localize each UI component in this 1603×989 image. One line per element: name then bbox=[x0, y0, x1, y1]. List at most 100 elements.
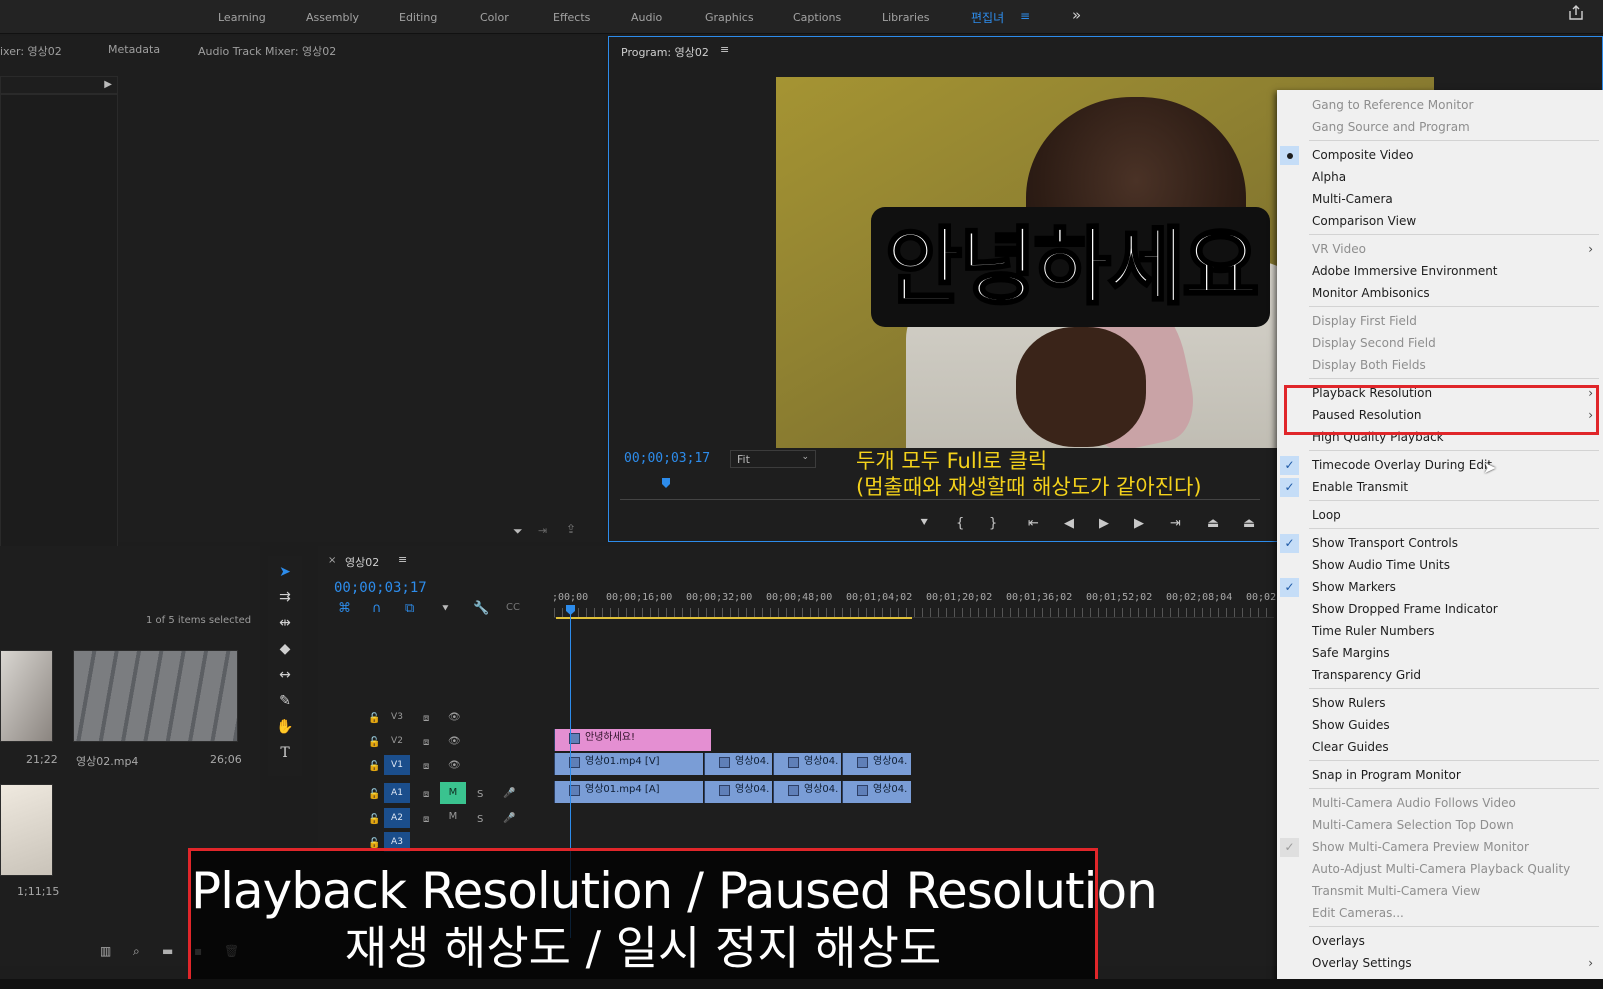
tab-audio[interactable]: Audio bbox=[631, 11, 662, 24]
add-marker-icon[interactable]: ⯆ bbox=[441, 602, 450, 616]
menu-item-show-rulers[interactable]: Show Rulers bbox=[1277, 693, 1603, 714]
new-bin-icon[interactable]: ▬ bbox=[162, 944, 173, 958]
menu-item-comparison-view[interactable]: Comparison View bbox=[1277, 211, 1603, 232]
workspace-menu-icon[interactable]: ≡ bbox=[1020, 9, 1030, 23]
menu-item-transparency-grid[interactable]: Transparency Grid bbox=[1277, 665, 1603, 686]
menu-item-overlays[interactable]: Overlays bbox=[1277, 931, 1603, 952]
tab-learning[interactable]: Learning bbox=[218, 11, 266, 24]
lock-icon[interactable]: 🔓 bbox=[368, 814, 380, 825]
extract-icon[interactable]: ⏏ bbox=[1243, 516, 1255, 531]
menu-item-clear-guides[interactable]: Clear Guides bbox=[1277, 737, 1603, 758]
more-workspaces-icon[interactable]: » bbox=[1072, 6, 1081, 24]
tab-audio-clip-mixer[interactable]: ixer: 영상02 bbox=[0, 43, 62, 59]
tab-captions[interactable]: Captions bbox=[793, 11, 841, 24]
program-timecode[interactable]: 00;00;03;17 bbox=[624, 451, 710, 466]
add-marker-icon[interactable]: ⯆ bbox=[919, 516, 929, 531]
snap-icon[interactable]: ∩ bbox=[372, 601, 382, 616]
menu-item-show-markers[interactable]: ✓ Show Markers bbox=[1277, 577, 1603, 598]
menu-item-alpha[interactable]: Alpha bbox=[1277, 167, 1603, 188]
program-scrubber[interactable] bbox=[620, 486, 1260, 500]
track-a2[interactable]: A2 bbox=[384, 808, 410, 828]
video-clip[interactable]: 영상04. bbox=[773, 753, 841, 775]
sync-lock-icon[interactable]: ⧈ bbox=[423, 737, 429, 748]
wrench-icon[interactable]: 🔧 bbox=[473, 601, 489, 616]
audio-clip[interactable]: 영상04. bbox=[704, 781, 772, 803]
clip-name[interactable]: 영상02.mp4 bbox=[76, 753, 138, 769]
eye-icon[interactable]: 👁 bbox=[448, 760, 461, 771]
eye-icon[interactable]: 👁 bbox=[448, 736, 461, 747]
tab-graphics[interactable]: Graphics bbox=[705, 11, 754, 24]
lock-icon[interactable]: 🔓 bbox=[368, 713, 380, 724]
video-clip[interactable]: 영상04. bbox=[842, 753, 911, 775]
video-clip[interactable]: 영상01.mp4 [V] bbox=[554, 753, 703, 775]
type-tool-icon[interactable]: T bbox=[276, 745, 294, 763]
menu-item-composite-video[interactable]: Composite Video bbox=[1277, 145, 1603, 166]
close-icon[interactable]: × bbox=[328, 555, 336, 566]
tab-editing[interactable]: Editing bbox=[399, 11, 437, 24]
step-forward-icon[interactable]: ▶ bbox=[1134, 516, 1144, 531]
project-thumbnail[interactable] bbox=[0, 650, 53, 742]
track-v2[interactable]: V2 bbox=[384, 731, 410, 751]
menu-item-enable-transmit[interactable]: ✓ Enable Transmit bbox=[1277, 477, 1603, 498]
sync-lock-icon[interactable]: ⧈ bbox=[423, 713, 429, 724]
mark-in-icon[interactable]: { bbox=[956, 516, 964, 531]
track-v1[interactable]: V1 bbox=[384, 755, 410, 775]
tab-color[interactable]: Color bbox=[480, 11, 509, 24]
menu-item-show-transport-controls[interactable]: ✓ Show Transport Controls bbox=[1277, 533, 1603, 554]
menu-item-show-dropped-frame-indicator[interactable]: Show Dropped Frame Indicator bbox=[1277, 599, 1603, 620]
lock-icon[interactable]: 🔓 bbox=[368, 789, 380, 800]
lock-icon[interactable]: 🔓 bbox=[368, 737, 380, 748]
go-to-in-icon[interactable]: ⇤ bbox=[1028, 516, 1039, 531]
audio-clip[interactable]: 영상01.mp4 [A] bbox=[554, 781, 703, 803]
mute-toggle[interactable]: M bbox=[440, 806, 466, 828]
zoom-level-select[interactable]: Fit ⌄ bbox=[730, 450, 816, 468]
menu-item-multi-camera[interactable]: Multi-Camera bbox=[1277, 189, 1603, 210]
mark-out-icon[interactable]: } bbox=[989, 516, 997, 531]
work-area-bar[interactable] bbox=[556, 617, 912, 619]
title-clip[interactable]: 안녕하세요! bbox=[554, 729, 711, 751]
solo-toggle[interactable]: S bbox=[477, 789, 483, 800]
menu-item-overlay-settings[interactable]: Overlay Settings › bbox=[1277, 953, 1603, 974]
panel-menu-icon[interactable]: ≡ bbox=[720, 43, 729, 56]
tab-audio-track-mixer[interactable]: Audio Track Mixer: 영상02 bbox=[198, 43, 336, 59]
sync-lock-icon[interactable]: ⧈ bbox=[423, 789, 429, 800]
track-select-tool-icon[interactable]: ⇉ bbox=[276, 589, 294, 607]
search-icon[interactable]: ⌕ bbox=[133, 944, 140, 959]
track-a1[interactable]: A1 bbox=[384, 783, 410, 803]
selection-tool-icon[interactable]: ➤ bbox=[276, 564, 294, 582]
program-monitor-title[interactable]: Program: 영상02 bbox=[621, 44, 709, 60]
sync-lock-icon[interactable]: ⧈ bbox=[423, 761, 429, 772]
razor-tool-icon[interactable]: ◆ bbox=[276, 641, 294, 659]
project-thumbnail[interactable] bbox=[73, 650, 238, 742]
audio-clip[interactable]: 영상04. bbox=[842, 781, 911, 803]
menu-item-snap-in-program-monitor[interactable]: Snap in Program Monitor bbox=[1277, 765, 1603, 786]
tab-custom-workspace[interactable]: 편집녀 bbox=[971, 9, 1004, 26]
sequence-tab[interactable]: 영상02 bbox=[345, 554, 379, 570]
go-to-out-icon[interactable]: ⇥ bbox=[1170, 516, 1181, 531]
sync-lock-icon[interactable]: ⧈ bbox=[423, 814, 429, 825]
share-icon[interactable] bbox=[1568, 5, 1584, 21]
panel-menu-icon[interactable]: ≡ bbox=[398, 553, 407, 566]
track-v3[interactable]: V3 bbox=[384, 707, 410, 727]
pen-tool-icon[interactable]: ✎ bbox=[276, 693, 294, 711]
menu-item-time-ruler-numbers[interactable]: Time Ruler Numbers bbox=[1277, 621, 1603, 642]
step-back-icon[interactable]: ◀ bbox=[1064, 516, 1074, 531]
linked-selection-icon[interactable]: ⧉ bbox=[405, 601, 414, 616]
menu-item-show-guides[interactable]: Show Guides bbox=[1277, 715, 1603, 736]
tab-effects[interactable]: Effects bbox=[553, 11, 590, 24]
list-view-icon[interactable]: ▥ bbox=[100, 944, 111, 958]
nest-toggle-icon[interactable]: ⌘ bbox=[338, 601, 351, 616]
captions-icon[interactable]: CC bbox=[506, 602, 520, 613]
menu-item-monitor-ambisonics[interactable]: Monitor Ambisonics bbox=[1277, 283, 1603, 304]
expand-arrow-icon[interactable]: ▶ bbox=[104, 79, 112, 90]
eye-icon[interactable]: 👁 bbox=[448, 712, 461, 723]
menu-item-safe-margins[interactable]: Safe Margins bbox=[1277, 643, 1603, 664]
project-thumbnail[interactable] bbox=[0, 784, 53, 876]
tab-libraries[interactable]: Libraries bbox=[882, 11, 930, 24]
filter-icon[interactable]: ⏷ bbox=[513, 524, 523, 539]
ripple-edit-tool-icon[interactable]: ⇹ bbox=[276, 615, 294, 633]
play-icon[interactable]: ▶ bbox=[1099, 516, 1109, 531]
menu-item-loop[interactable]: Loop bbox=[1277, 505, 1603, 526]
tab-assembly[interactable]: Assembly bbox=[306, 11, 359, 24]
mute-toggle[interactable]: M bbox=[440, 782, 466, 804]
